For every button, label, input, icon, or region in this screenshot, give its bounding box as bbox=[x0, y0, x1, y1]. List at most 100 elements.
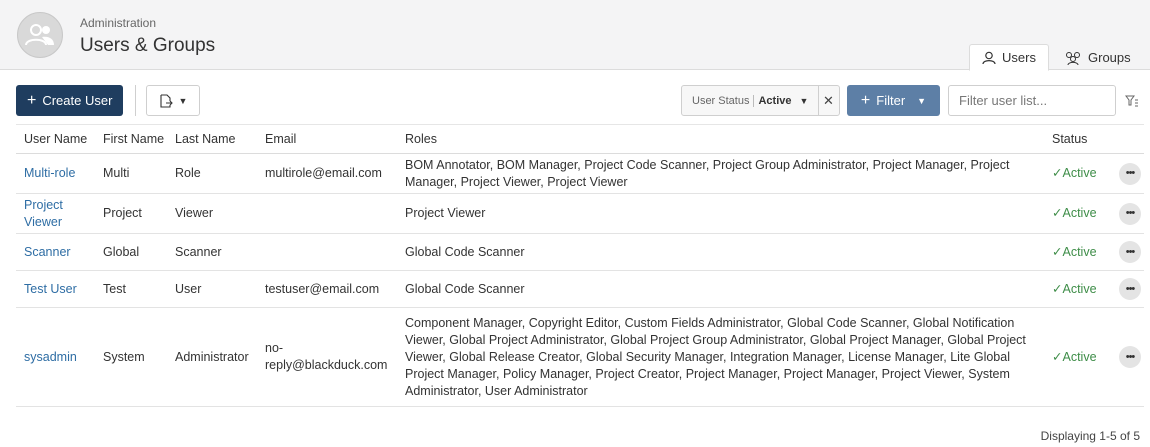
breadcrumb: Administration bbox=[80, 16, 157, 30]
caret-down-icon: ▼ bbox=[799, 95, 809, 106]
plus-icon: + bbox=[860, 91, 871, 109]
last-name-cell: User bbox=[167, 270, 257, 308]
filter-button[interactable]: + Filter ▼ bbox=[847, 85, 940, 116]
username-link[interactable]: Scanner bbox=[24, 245, 71, 259]
plus-icon: + bbox=[27, 91, 37, 109]
column-header[interactable]: User Name bbox=[16, 124, 95, 154]
table-row: sysadmin System Administrator no-reply@b… bbox=[16, 307, 1144, 407]
column-header[interactable]: Email bbox=[257, 124, 397, 154]
tab-users-label: Users bbox=[1002, 50, 1036, 65]
tab-groups[interactable]: Groups bbox=[1052, 44, 1143, 71]
table-header-row: User Name First Name Last Name Email Rol… bbox=[16, 124, 1144, 154]
chip-divider bbox=[818, 86, 819, 115]
more-icon[interactable]: ••• bbox=[1119, 278, 1141, 300]
email-cell: testuser@email.com bbox=[257, 270, 397, 308]
users-table: User Name First Name Last Name Email Rol… bbox=[16, 124, 1144, 407]
toolbar-divider bbox=[135, 85, 136, 116]
create-user-button[interactable]: + Create User bbox=[16, 85, 124, 116]
last-name-cell: Role bbox=[167, 153, 257, 194]
table-row: Scanner Global Scanner Global Code Scann… bbox=[16, 233, 1144, 271]
chip-separator bbox=[753, 94, 755, 107]
first-name-cell: Multi bbox=[95, 153, 167, 194]
user-status-value: Active bbox=[758, 94, 792, 107]
roles-cell: Global Code Scanner bbox=[397, 233, 1044, 271]
page-title: Users & Groups bbox=[80, 35, 216, 56]
username-cell: Scanner bbox=[16, 233, 95, 271]
username-cell: Project Viewer bbox=[16, 193, 95, 234]
column-header[interactable]: Roles bbox=[397, 124, 1044, 154]
search-input[interactable] bbox=[948, 85, 1116, 116]
groups-icon bbox=[1066, 51, 1080, 65]
first-name-cell: System bbox=[95, 307, 167, 407]
more-icon[interactable]: ••• bbox=[1119, 202, 1141, 225]
caret-down-icon: ▼ bbox=[917, 95, 927, 106]
status-cell: ✓Active bbox=[1044, 307, 1111, 407]
table-row: Multi-role Multi Role multirole@email.co… bbox=[16, 153, 1144, 194]
status-cell: ✓Active bbox=[1044, 153, 1111, 194]
last-name-cell: Scanner bbox=[167, 233, 257, 271]
status-text: Active bbox=[1062, 166, 1097, 180]
check-icon: ✓ bbox=[1052, 244, 1063, 259]
last-name-cell: Administrator bbox=[167, 307, 257, 407]
column-filter-icon bbox=[1125, 95, 1138, 106]
export-icon bbox=[159, 93, 173, 108]
tab-users[interactable]: Users bbox=[969, 44, 1049, 71]
email-cell bbox=[257, 193, 397, 234]
first-name-cell: Project bbox=[95, 193, 167, 234]
table-row: Project Viewer Project Viewer Project Vi… bbox=[16, 193, 1144, 234]
tab-groups-label: Groups bbox=[1088, 50, 1131, 65]
table-row: Test User Test User testuser@email.com G… bbox=[16, 270, 1144, 308]
email-cell: no-reply@blackduck.com bbox=[257, 307, 397, 407]
status-text: Active bbox=[1062, 206, 1097, 220]
actions-cell: ••• bbox=[1111, 193, 1144, 234]
more-icon[interactable]: ••• bbox=[1119, 241, 1141, 263]
user-icon bbox=[982, 51, 996, 64]
username-cell: Multi-role bbox=[16, 153, 95, 194]
username-link[interactable]: sysadmin bbox=[24, 350, 77, 364]
roles-cell: BOM Annotator, BOM Manager, Project Code… bbox=[397, 153, 1044, 194]
actions-cell: ••• bbox=[1111, 153, 1144, 194]
roles-cell: Project Viewer bbox=[397, 193, 1044, 234]
user-status-label: User Status bbox=[692, 94, 750, 107]
column-header-actions bbox=[1111, 124, 1144, 154]
caret-down-icon: ▼ bbox=[178, 95, 188, 106]
users-group-avatar-icon bbox=[17, 12, 63, 58]
first-name-cell: Test bbox=[95, 270, 167, 308]
status-text: Active bbox=[1062, 349, 1097, 364]
actions-cell: ••• bbox=[1111, 307, 1144, 407]
check-icon: ✓ bbox=[1052, 349, 1063, 364]
roles-cell: Component Manager, Copyright Editor, Cus… bbox=[397, 307, 1044, 407]
check-icon: ✓ bbox=[1052, 166, 1063, 180]
user-status-filter[interactable]: User Status Active ▼ ✕ bbox=[681, 85, 840, 116]
actions-cell: ••• bbox=[1111, 270, 1144, 308]
username-link[interactable]: Test User bbox=[24, 282, 77, 296]
create-user-label: Create User bbox=[42, 93, 113, 108]
actions-cell: ••• bbox=[1111, 233, 1144, 271]
email-cell bbox=[257, 233, 397, 271]
status-text: Active bbox=[1062, 281, 1097, 296]
pagination-summary: Displaying 1-5 of 5 bbox=[1040, 429, 1140, 443]
roles-cell: Global Code Scanner bbox=[397, 270, 1044, 308]
more-icon[interactable]: ••• bbox=[1119, 346, 1141, 368]
filter-label: Filter bbox=[876, 93, 906, 108]
column-header[interactable]: Status bbox=[1044, 124, 1111, 154]
check-icon: ✓ bbox=[1052, 206, 1063, 220]
status-cell: ✓Active bbox=[1044, 193, 1111, 234]
username-link[interactable]: Project Viewer bbox=[24, 198, 63, 229]
more-icon[interactable]: ••• bbox=[1119, 162, 1141, 185]
status-cell: ✓Active bbox=[1044, 270, 1111, 308]
column-header[interactable]: Last Name bbox=[167, 124, 257, 154]
first-name-cell: Global bbox=[95, 233, 167, 271]
column-filter-button[interactable] bbox=[1121, 85, 1143, 116]
toolbar: + Create User ▼ User Status Active ▼ ✕ +… bbox=[0, 85, 1150, 117]
export-button[interactable]: ▼ bbox=[146, 85, 200, 116]
email-cell: multirole@email.com bbox=[257, 153, 397, 194]
status-cell: ✓Active bbox=[1044, 233, 1111, 271]
username-link[interactable]: Multi-role bbox=[24, 166, 75, 180]
username-cell: sysadmin bbox=[16, 307, 95, 407]
last-name-cell: Viewer bbox=[167, 193, 257, 234]
close-icon[interactable]: ✕ bbox=[823, 93, 834, 109]
status-text: Active bbox=[1062, 244, 1097, 259]
column-header[interactable]: First Name bbox=[95, 124, 167, 154]
check-icon: ✓ bbox=[1052, 281, 1063, 296]
